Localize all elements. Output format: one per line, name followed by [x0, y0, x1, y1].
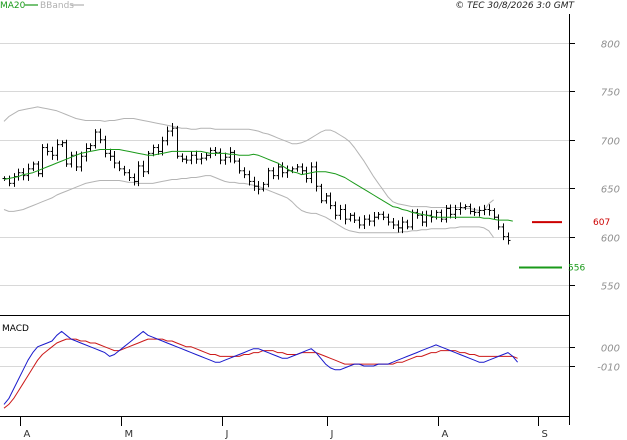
price-tick-label: 650 [601, 185, 620, 196]
legend-ma20-label: MA20 [0, 1, 26, 11]
month-label: A [442, 429, 449, 440]
level-label: 556 [568, 264, 585, 274]
level-annotations: 607 556 [519, 218, 610, 274]
legend-bbands-label: BBands [40, 1, 74, 11]
level-label: 607 [593, 218, 610, 228]
month-label: J [225, 429, 229, 440]
stock-chart: MA20 BBands © TEC 30/8/2026 3:0 GMT 800 7… [0, 1, 620, 440]
month-axis: AMJJAS [20, 416, 548, 440]
price-tick-label: 600 [601, 234, 620, 245]
macd-tick-label: 000 [601, 344, 620, 355]
price-tick-label: 700 [601, 137, 620, 148]
copyright-timestamp: © TEC 30/8/2026 3:0 GMT [455, 1, 575, 11]
price-y-axis: 800 750 700 650 600 550 [570, 40, 620, 293]
macd-title: MACD [2, 324, 29, 334]
macd-grid [0, 347, 569, 367]
month-label: A [24, 429, 31, 440]
month-label: J [330, 429, 334, 440]
bollinger-bands [3, 106, 495, 238]
price-tick-label: 750 [601, 88, 620, 99]
price-tick-label: 550 [601, 282, 620, 293]
price-candles [2, 122, 511, 245]
macd-line [3, 330, 518, 405]
month-label: S [542, 429, 548, 440]
month-label: M [125, 429, 134, 440]
price-tick-label: 800 [601, 40, 620, 51]
bband-upper [3, 106, 494, 211]
legend: MA20 BBands [0, 1, 84, 11]
macd-y-axis: 000 -010 [570, 344, 620, 374]
macd-tick-label: -010 [597, 363, 620, 374]
price-grid [0, 43, 569, 286]
macd-lines [3, 330, 518, 409]
